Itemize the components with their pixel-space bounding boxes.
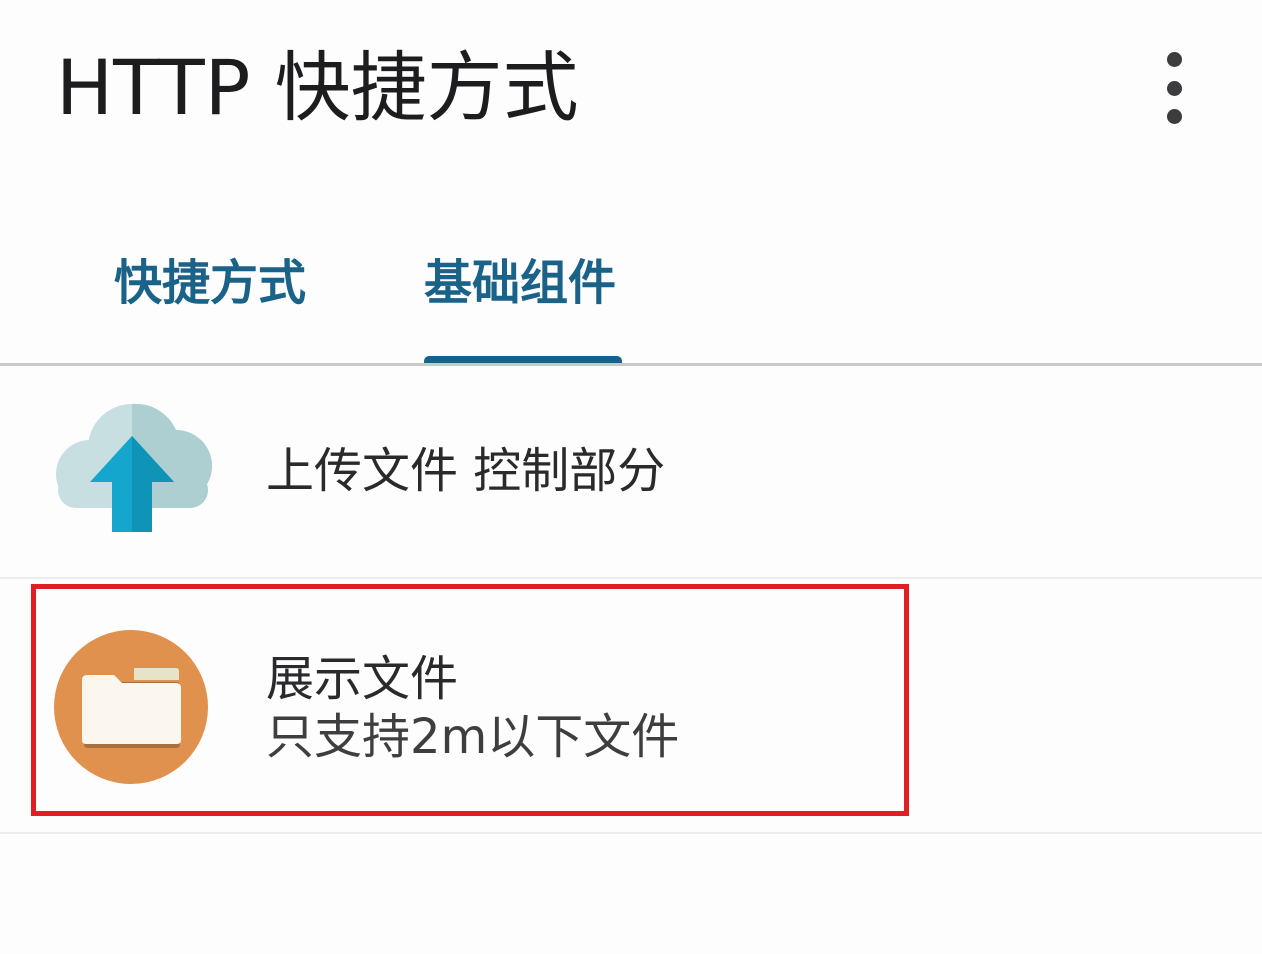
menu-dot (1166, 109, 1182, 124)
list-divider (0, 832, 1262, 834)
menu-dot (1166, 52, 1182, 67)
list-divider (0, 577, 1262, 579)
list-item-upload-file[interactable]: 上传文件 控制部分 (0, 366, 1262, 578)
app-bar: HTTP 快捷方式 (0, 0, 1262, 180)
list-item-title: 上传文件 控制部分 (266, 443, 666, 499)
tab-basic-components[interactable]: 基础组件 (410, 225, 640, 365)
tab-label: 快捷方式 (114, 255, 307, 311)
tab-shortcuts[interactable]: 快捷方式 (100, 225, 330, 365)
list-item-subtitle: 只支持2m以下文件 (266, 709, 680, 765)
list-item-title: 展示文件 (266, 651, 459, 707)
menu-dot (1166, 80, 1182, 96)
more-vert-icon[interactable] (1146, 52, 1202, 124)
folder-icon (54, 630, 208, 784)
list-item-show-file[interactable]: 展示文件 只支持2m以下文件 (0, 580, 1262, 832)
cloud-upload-icon (56, 403, 212, 532)
tab-label: 基础组件 (424, 255, 617, 311)
app-title: HTTP 快捷方式 (56, 43, 579, 132)
tab-bar: 快捷方式 基础组件 (0, 225, 1262, 365)
